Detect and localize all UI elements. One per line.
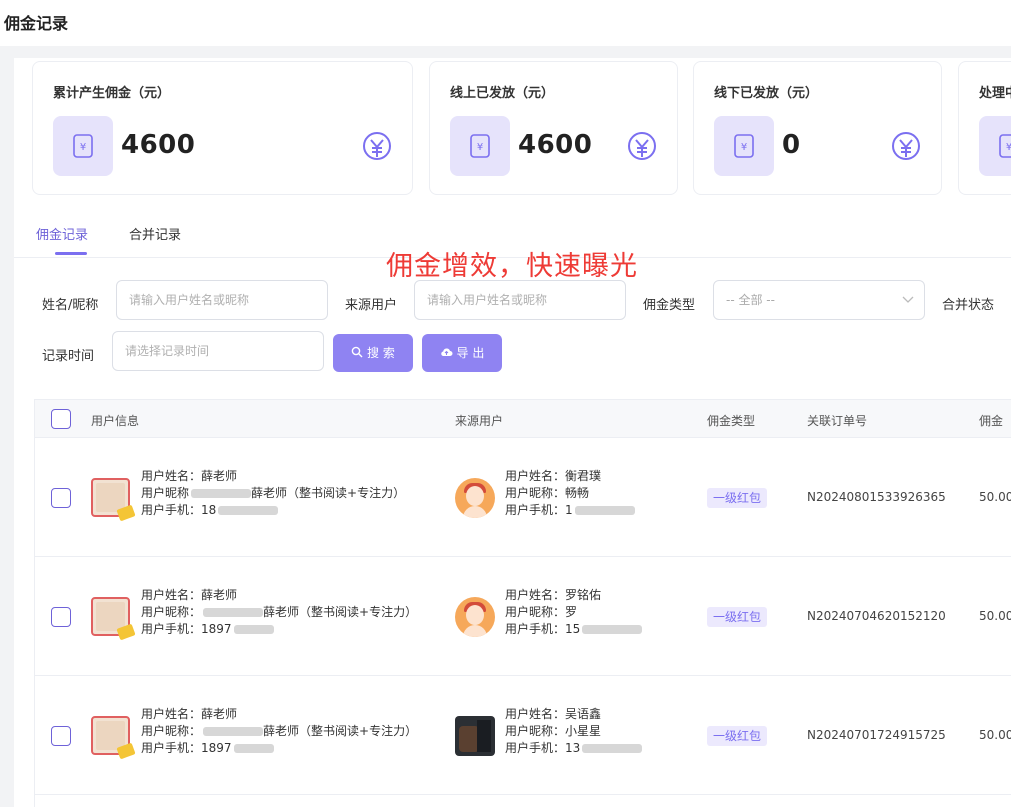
name-filter-input[interactable] xyxy=(116,280,328,320)
name-filter-label: 姓名/昵称 xyxy=(42,298,99,313)
col-user-info: 用户信息 xyxy=(91,414,140,428)
stat-card-processing: 处理中 ¥ xyxy=(958,61,1011,195)
stat-card-total: 累计产生佣金（元） ¥ 4600 xyxy=(32,61,413,195)
cloud-upload-icon xyxy=(440,348,453,356)
left-gutter xyxy=(0,46,14,807)
order-number: N20240701724915725 xyxy=(807,728,946,742)
page-title: 佣金记录 xyxy=(4,14,69,33)
book-cover-avatar xyxy=(91,597,136,641)
receipt-icon: ¥ xyxy=(450,116,510,176)
redacted-mask xyxy=(582,625,643,634)
source-user-info: 用户姓名：吴语鑫 用户昵称：小星星 用户手机：13 xyxy=(505,706,643,757)
export-button[interactable]: 导 出 xyxy=(422,334,502,372)
svg-text:¥: ¥ xyxy=(1006,142,1011,153)
yen-coin-icon xyxy=(628,132,656,160)
yen-coin-icon xyxy=(363,132,391,160)
select-all-checkbox[interactable] xyxy=(51,409,71,429)
commission-table: 用户信息 来源用户 佣金类型 关联订单号 佣金 用户姓名：薛老师 用户昵称 薛老师… xyxy=(34,399,1011,807)
receipt-icon: ¥ xyxy=(979,116,1011,176)
commission-amount: 50.00 xyxy=(979,609,1011,623)
table-header: 用户信息 来源用户 佣金类型 关联订单号 佣金 xyxy=(35,399,1011,438)
type-filter-label: 佣金类型 xyxy=(643,298,696,313)
chevron-down-icon xyxy=(902,296,914,303)
search-icon xyxy=(351,346,363,358)
redacted-mask xyxy=(582,744,643,753)
stat-label: 累计产生佣金（元） xyxy=(53,86,171,101)
commission-amount: 50.00 xyxy=(979,490,1011,504)
type-filter-selected: -- 全部 -- xyxy=(726,293,775,307)
source-filter-label: 来源用户 xyxy=(345,298,398,313)
svg-text:¥: ¥ xyxy=(80,142,86,153)
tab-commission-records[interactable]: 佣金记录 xyxy=(36,224,88,243)
row-checkbox[interactable] xyxy=(51,488,71,508)
table-row: 用户姓名：薛老师 用户昵称： 薛老师（整书阅读+专注力） 用户手机：1897 用户… xyxy=(35,676,1011,795)
col-order-number: 关联订单号 xyxy=(807,414,868,428)
cartoon-avatar xyxy=(455,597,495,637)
svg-text:¥: ¥ xyxy=(477,142,483,153)
col-source-user: 来源用户 xyxy=(455,414,504,428)
user-info: 用户姓名：薛老师 用户昵称： 薛老师（整书阅读+专注力） 用户手机：1897 xyxy=(141,707,418,755)
tab-active-indicator xyxy=(55,252,87,255)
user-info: 用户姓名：薛老师 用户昵称： 薛老师（整书阅读+专注力） 用户手机：1897 xyxy=(141,588,418,636)
source-user-info: 用户姓名：罗铭佑 用户昵称：罗 用户手机：15 xyxy=(505,587,643,638)
order-number: N20240801533926365 xyxy=(807,490,946,504)
col-commission: 佣金 xyxy=(979,414,1004,428)
yen-coin-icon xyxy=(892,132,920,160)
promo-overlay-text: 佣金增效，快速曝光 xyxy=(386,251,638,282)
tab-merge-records[interactable]: 合并记录 xyxy=(129,224,181,243)
book-cover-avatar xyxy=(91,478,136,522)
type-filter-select[interactable]: -- 全部 -- xyxy=(713,280,925,320)
search-button-label: 搜 索 xyxy=(367,346,395,360)
user-info: 用户姓名：薛老师 用户昵称 薛老师（整书阅读+专注力） 用户手机：18 xyxy=(141,469,406,517)
stat-card-offline: 线下已发放（元） ¥ 0 xyxy=(693,61,942,195)
export-button-label: 导 出 xyxy=(456,346,485,360)
commission-type-tag: 一级红包 xyxy=(707,488,768,508)
stat-label: 线上已发放（元） xyxy=(450,86,555,101)
redacted-mask xyxy=(574,506,635,515)
time-filter-input[interactable] xyxy=(112,331,324,371)
col-commission-type: 佣金类型 xyxy=(707,414,756,428)
commission-type-tag: 一级红包 xyxy=(707,726,768,746)
stat-label: 处理中 xyxy=(979,86,1011,101)
stat-value: 0 xyxy=(782,130,801,160)
cartoon-avatar xyxy=(455,478,495,518)
search-button[interactable]: 搜 索 xyxy=(333,334,413,372)
redacted-mask xyxy=(233,625,274,634)
row-checkbox[interactable] xyxy=(51,726,71,746)
merge-filter-label: 合并状态 xyxy=(942,298,995,313)
stat-value: 4600 xyxy=(121,130,196,160)
redacted-mask xyxy=(203,608,264,617)
header-divider xyxy=(0,46,1011,58)
commission-type-tag: 一级红包 xyxy=(707,607,768,627)
photo-avatar xyxy=(455,716,495,756)
redacted-mask xyxy=(218,506,279,515)
redacted-mask xyxy=(191,489,252,498)
receipt-icon: ¥ xyxy=(53,116,113,176)
source-user-info: 用户姓名：衡君璞 用户昵称：畅畅 用户手机：1 xyxy=(505,468,635,519)
svg-text:¥: ¥ xyxy=(741,142,747,153)
stat-value: 4600 xyxy=(518,130,593,160)
row-checkbox[interactable] xyxy=(51,607,71,627)
table-row: 用户姓名：薛老师 用户昵称： 薛老师（整书阅读+专注力） 用户手机：1897 用户… xyxy=(35,557,1011,676)
source-filter-input[interactable] xyxy=(414,280,626,320)
receipt-icon: ¥ xyxy=(714,116,774,176)
redacted-mask xyxy=(233,744,274,753)
commission-amount: 50.00 xyxy=(979,728,1011,742)
table-row: 用户姓名：薛老师 用户昵称 薛老师（整书阅读+专注力） 用户手机：18 用户姓名：… xyxy=(35,438,1011,557)
order-number: N20240704620152120 xyxy=(807,609,946,623)
stat-card-online: 线上已发放（元） ¥ 4600 xyxy=(429,61,678,195)
stat-label: 线下已发放（元） xyxy=(714,86,819,101)
redacted-mask xyxy=(203,727,264,736)
book-cover-avatar xyxy=(91,716,136,760)
time-filter-label: 记录时间 xyxy=(42,349,95,364)
